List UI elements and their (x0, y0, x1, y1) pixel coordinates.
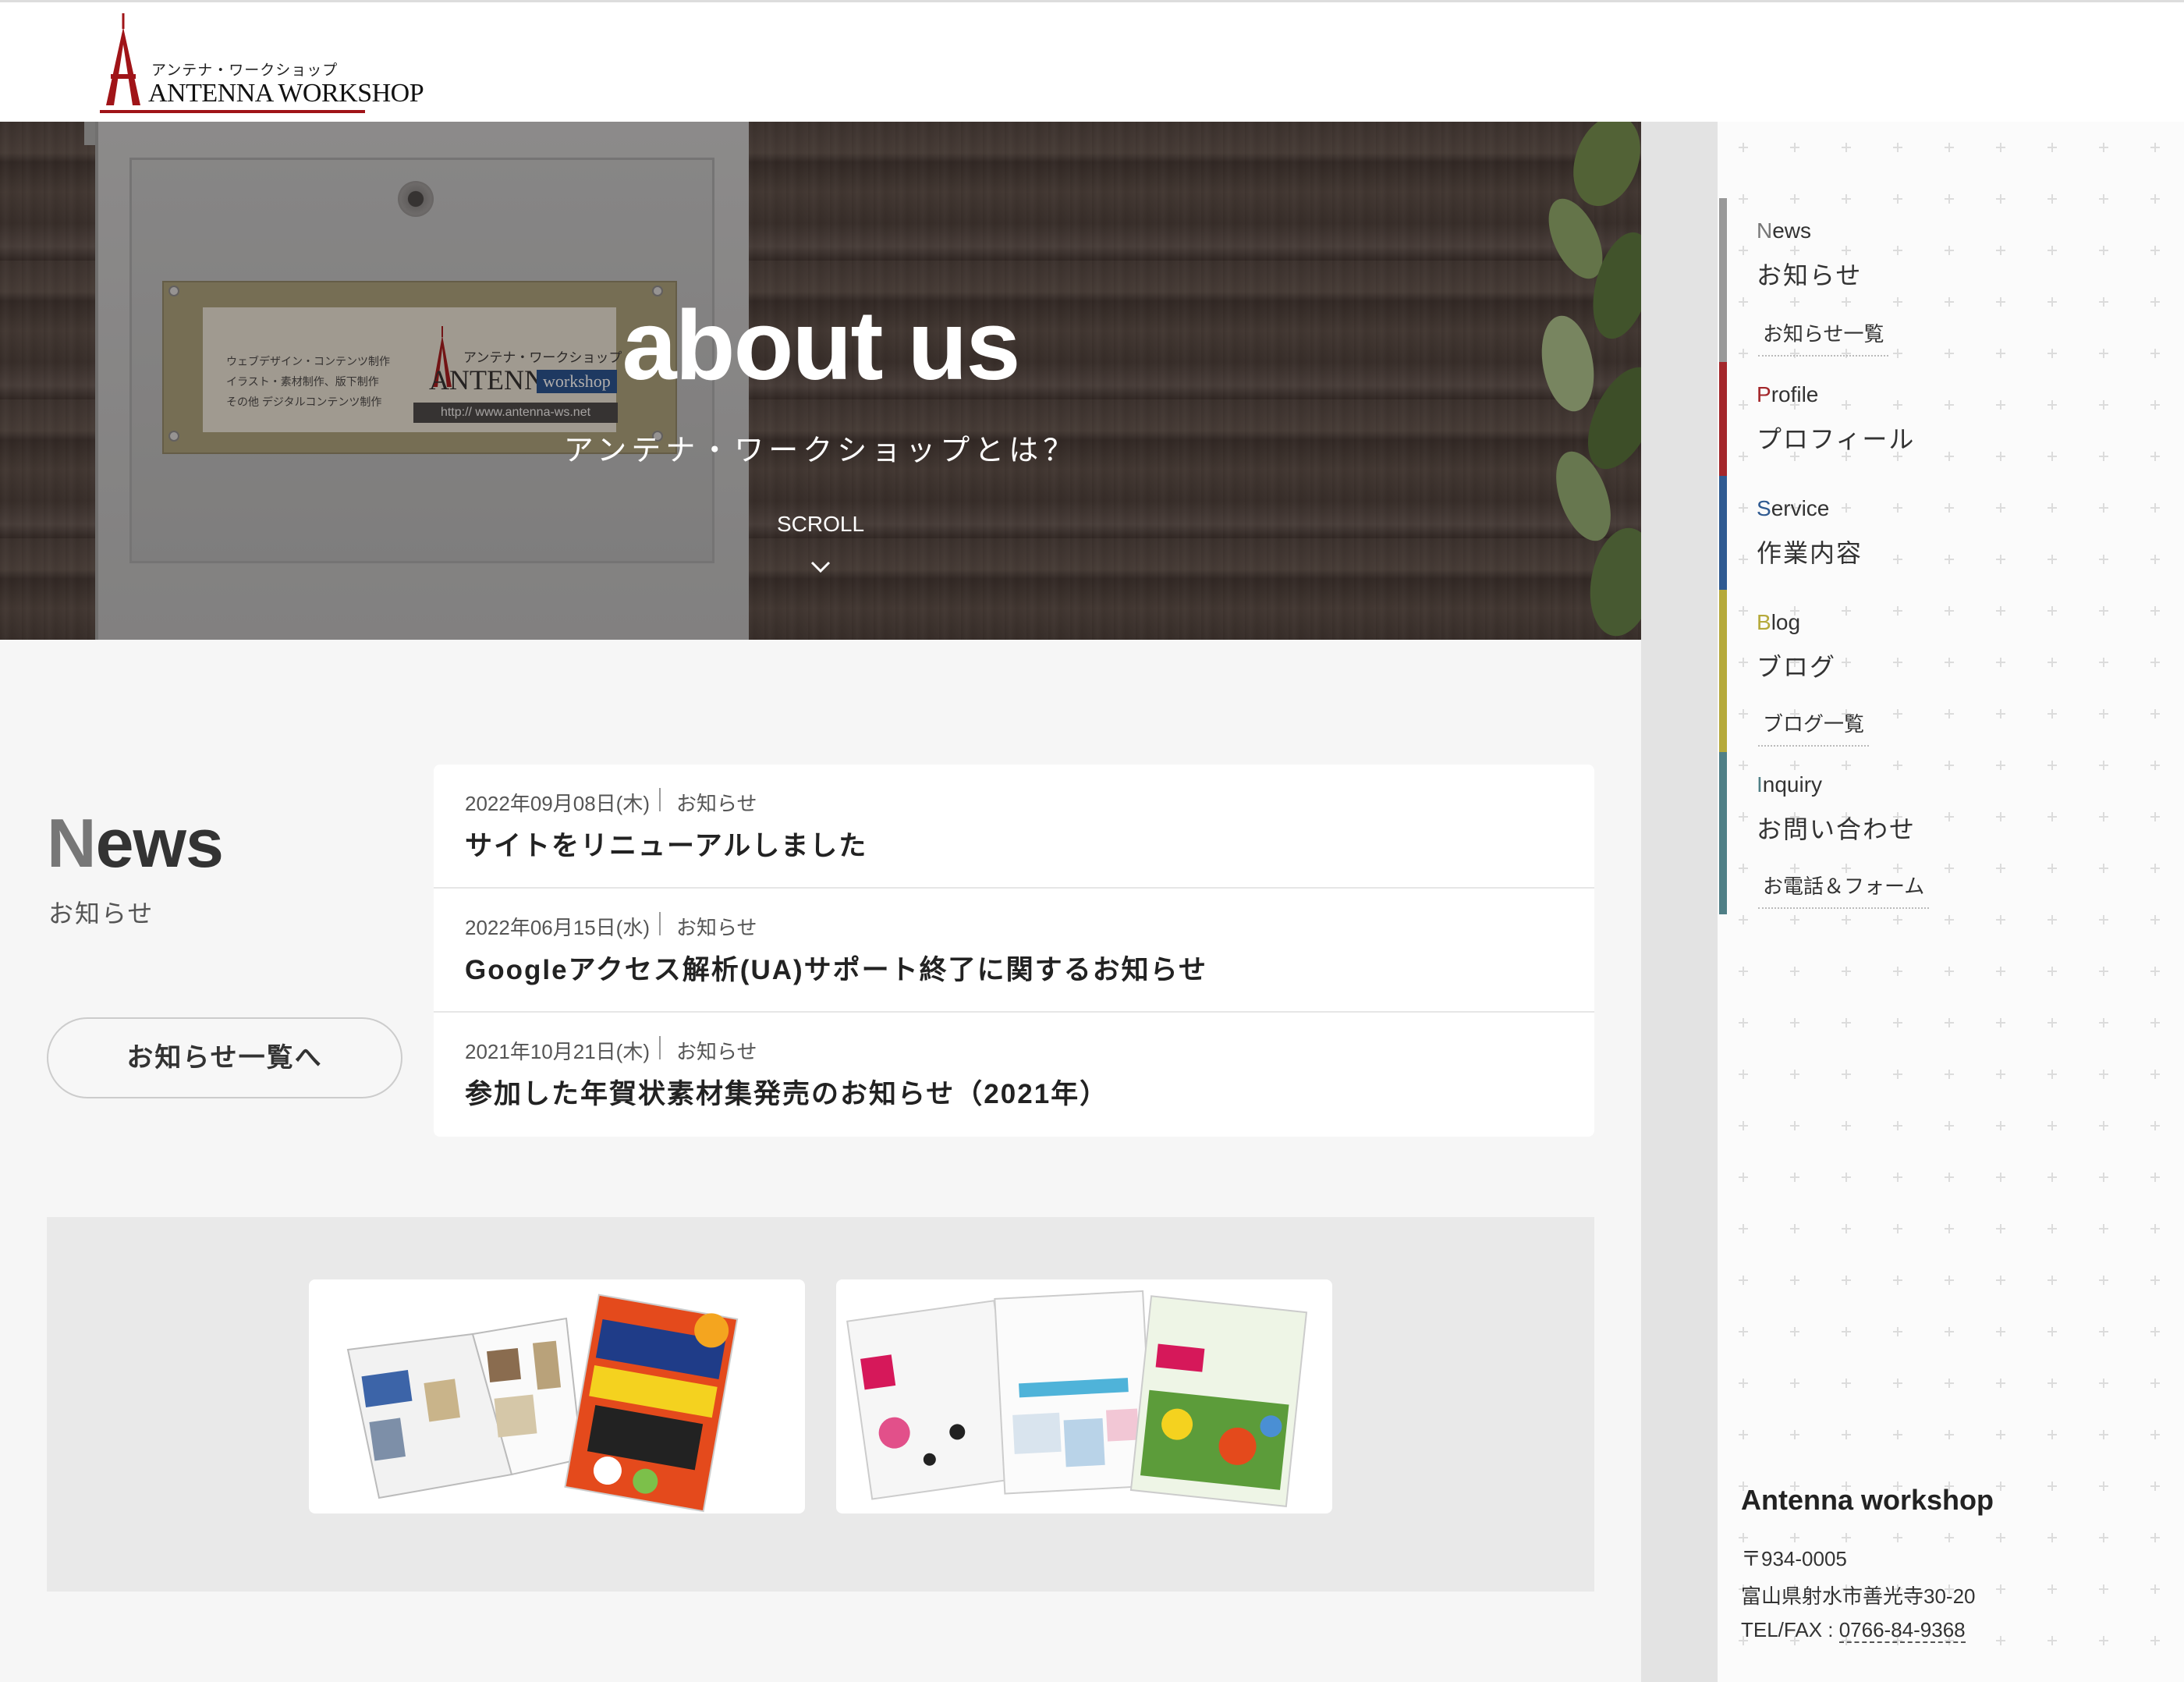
nav-initial: N (1757, 218, 1773, 243)
news-list: 2022年09月08日(木) お知らせ サイトをリニューアルしました 2022年… (434, 765, 1594, 1137)
nav-en-rest: rofile (1771, 382, 1819, 406)
nav-group-service: Service 作業内容 (1719, 476, 2109, 590)
antenna-tower-icon (106, 13, 140, 105)
nengajo-book-image (346, 1293, 739, 1513)
nav-en-rest: ews (1772, 218, 1812, 243)
nav-group-profile: Profile プロフィール (1719, 362, 2109, 476)
nav-news-list-link[interactable]: お知らせ一覧 (1758, 318, 1889, 357)
nav-inquiry-contact-link[interactable]: お電話＆フォーム (1758, 871, 1930, 909)
tel-line: TEL/FAX : 0766-84-9368 (1741, 1618, 1966, 1643)
news-item[interactable]: 2022年09月08日(木) お知らせ サイトをリニューアルしました (434, 765, 1594, 889)
chevron-down-icon[interactable] (809, 555, 832, 579)
news-heading: News (47, 804, 224, 883)
nav-profile-en[interactable]: Profile (1757, 382, 1818, 407)
nav-group-inquiry: Inquiry お問い合わせ お電話＆フォーム (1719, 752, 2109, 914)
news-subheading: お知らせ (48, 900, 154, 928)
nav-blog-ja[interactable]: ブログ (1757, 648, 1836, 683)
nav-initial: P (1757, 382, 1771, 406)
banner-area (47, 1217, 1594, 1592)
news-date: 2022年09月08日(木) (465, 792, 650, 815)
news-heading-rest: ews (95, 804, 224, 882)
banner-design-book[interactable] (836, 1279, 1332, 1513)
hero-title: about us (622, 290, 1021, 400)
news-separator (659, 912, 661, 935)
news-category: お知らせ (676, 792, 757, 815)
nav-inquiry-en[interactable]: Inquiry (1757, 772, 1822, 797)
tel-label: TEL/FAX : (1741, 1618, 1839, 1641)
nav-profile-ja[interactable]: プロフィール (1757, 420, 1915, 456)
nav-service-ja[interactable]: 作業内容 (1757, 534, 1863, 570)
scroll-label[interactable]: SCROLL (0, 512, 1641, 537)
nav-inquiry-ja[interactable]: お問い合わせ (1757, 810, 1916, 846)
logo-underline (100, 110, 365, 113)
nav-service-en[interactable]: Service (1757, 496, 1829, 521)
news-separator (659, 1036, 661, 1059)
banner-nengajo[interactable] (309, 1279, 805, 1513)
news-category: お知らせ (676, 1040, 757, 1063)
tel-link[interactable]: 0766-84-9368 (1838, 1618, 1966, 1643)
nav-initial: S (1757, 496, 1771, 520)
nav-group-blog: Blog ブログ ブログ一覧 (1719, 590, 2109, 752)
nav-en-rest: log (1771, 610, 1801, 634)
news-date: 2021年10月21日(木) (465, 1040, 650, 1063)
news-item[interactable]: 2022年06月15日(水) お知らせ Googleアクセス解析(UA)サポート… (434, 889, 1594, 1013)
postal-code: 〒934-0005 (1741, 1547, 1847, 1570)
design-book-image (846, 1290, 1308, 1507)
news-heading-initial: N (47, 804, 97, 882)
nav-blog-list-link[interactable]: ブログ一覧 (1758, 708, 1870, 747)
nav-blog-en[interactable]: Blog (1757, 610, 1800, 635)
hero-banner: ウェブデザイン・コンテンツ制作 イラスト・素材制作、版下制作 その他 デジタルコ… (0, 122, 1641, 640)
nav-en-rest: nquiry (1762, 772, 1823, 797)
nav-en-rest: ervice (1771, 496, 1830, 520)
nav-news-ja[interactable]: お知らせ (1757, 256, 1862, 292)
nav-initial: I (1757, 772, 1763, 797)
logo-main-text: ANTENNA WORKSHOP (148, 79, 424, 108)
news-item[interactable]: 2021年10月21日(木) お知らせ 参加した年賀状素材集発売のお知らせ（20… (434, 1013, 1594, 1137)
address: 富山県射水市善光寺30-20 (1741, 1584, 1976, 1608)
news-title[interactable]: 参加した年賀状素材集発売のお知らせ（2021年） (465, 1072, 1108, 1112)
company-name: Antenna workshop (1741, 1484, 1994, 1516)
hero-subtitle: アンテナ・ワークショップとは？ (563, 435, 1078, 467)
site-header: アンテナ・ワークショップ ANTENNA WORKSHOP (0, 0, 2184, 122)
site-logo[interactable]: アンテナ・ワークショップ ANTENNA WORKSHOP (100, 13, 424, 115)
news-title[interactable]: Googleアクセス解析(UA)サポート終了に関するお知らせ (465, 948, 1207, 988)
news-date: 2022年06月15日(水) (465, 916, 650, 939)
news-title[interactable]: サイトをリニューアルしました (465, 824, 867, 864)
news-separator (659, 788, 661, 811)
nav-initial: B (1757, 610, 1771, 634)
nav-group-news: News お知らせ お知らせ一覧 (1719, 198, 2109, 362)
logo-kana-text: アンテナ・ワークショップ (151, 62, 339, 79)
sidebar-gutter (1641, 122, 1718, 1682)
nav-news-en[interactable]: News (1757, 218, 1811, 243)
news-category: お知らせ (676, 916, 757, 939)
news-list-button[interactable]: お知らせ一覧へ (47, 1017, 402, 1098)
